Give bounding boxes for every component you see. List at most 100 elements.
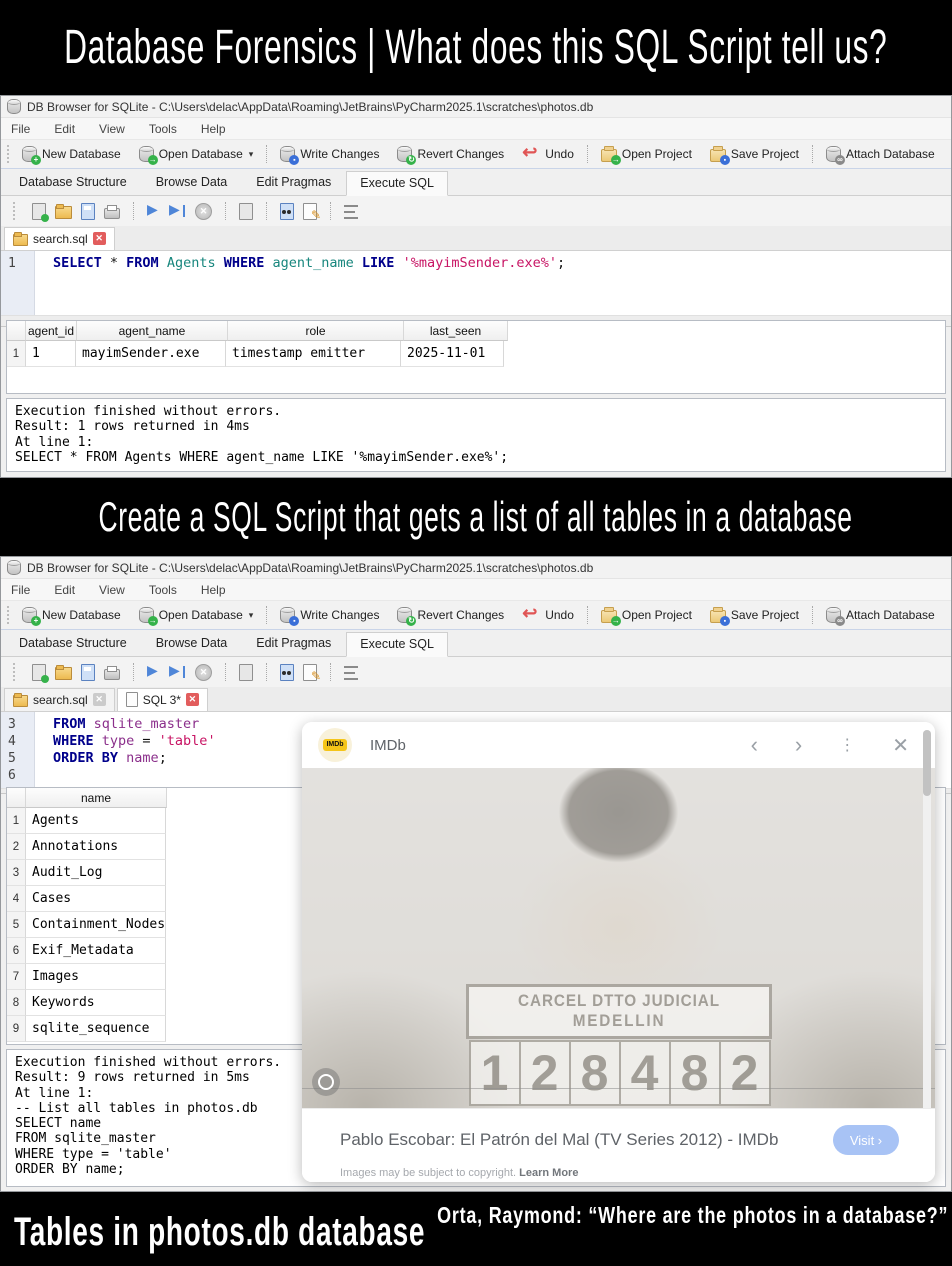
cell-name[interactable]: Audit_Log [26, 860, 166, 886]
editor-tab-search-sql[interactable]: search.sql ✕ [4, 688, 115, 711]
table-row[interactable]: 7Images [7, 964, 166, 990]
open-sql-file-icon[interactable] [55, 667, 72, 680]
undo-button[interactable]: Undo [513, 142, 583, 166]
new-sql-tab-icon[interactable] [32, 664, 46, 681]
more-options-icon[interactable]: ⋮ [839, 735, 855, 755]
editor-tab-search-sql[interactable]: search.sql ✕ [4, 227, 115, 250]
menu-file[interactable]: File [11, 122, 30, 136]
cell-agent-id[interactable]: 1 [26, 341, 76, 367]
tab-database-structure[interactable]: Database Structure [5, 170, 141, 195]
new-database-button[interactable]: New Database [13, 142, 130, 166]
visit-button[interactable]: Visit › [833, 1125, 899, 1155]
tab-edit-pragmas[interactable]: Edit Pragmas [242, 631, 345, 656]
edit-sql-icon[interactable] [303, 203, 317, 220]
close-database-button[interactable]: Close Database [944, 142, 952, 166]
revert-changes-button[interactable]: Revert Changes [388, 603, 513, 627]
cell-name[interactable]: Containment_Nodes [26, 912, 166, 938]
execute-all-icon[interactable] [147, 203, 160, 219]
next-image-icon[interactable]: › [795, 735, 802, 755]
title-bar[interactable]: DB Browser for SQLite - C:\Users\delac\A… [1, 96, 951, 118]
tab-edit-pragmas[interactable]: Edit Pragmas [242, 170, 345, 195]
toolbar-grip[interactable] [13, 202, 19, 220]
close-tab-icon[interactable]: ✕ [93, 693, 106, 706]
google-lens-icon[interactable] [312, 1068, 340, 1096]
menu-file[interactable]: File [11, 583, 30, 597]
write-changes-button[interactable]: Write Changes [271, 603, 388, 627]
column-header-last-seen[interactable]: last_seen [404, 321, 508, 341]
print-icon[interactable] [104, 208, 120, 219]
cell-name[interactable]: Cases [26, 886, 166, 912]
cell-name[interactable]: sqlite_sequence [26, 1016, 166, 1042]
attach-database-button[interactable]: Attach Database [817, 142, 944, 166]
table-row[interactable]: 9sqlite_sequence [7, 1016, 166, 1042]
open-project-button[interactable]: Open Project [592, 142, 701, 166]
word-wrap-icon[interactable] [344, 205, 358, 219]
new-database-button[interactable]: New Database [13, 603, 130, 627]
cell-name[interactable]: Exif_Metadata [26, 938, 166, 964]
table-row[interactable]: 4Cases [7, 886, 166, 912]
close-icon[interactable]: ✕ [892, 733, 909, 758]
open-project-button[interactable]: Open Project [592, 603, 701, 627]
save-project-button[interactable]: Save Project [701, 603, 808, 627]
cell-name[interactable]: Agents [26, 808, 166, 834]
table-row[interactable]: 5Containment_Nodes [7, 912, 166, 938]
execute-current-line-icon[interactable] [169, 203, 186, 219]
menu-edit[interactable]: Edit [54, 122, 75, 136]
table-row[interactable]: 1 1 mayimSender.exe timestamp emitter 20… [7, 341, 504, 367]
table-row[interactable]: 3Audit_Log [7, 860, 166, 886]
word-wrap-icon[interactable] [344, 666, 358, 680]
cell-last-seen[interactable]: 2025-11-01 [401, 341, 504, 367]
new-sql-tab-icon[interactable] [32, 203, 46, 220]
toolbar-grip[interactable] [13, 663, 19, 681]
find-in-sql-icon[interactable] [280, 664, 294, 681]
previous-image-icon[interactable]: ‹ [751, 735, 758, 755]
save-sql-file-icon[interactable] [81, 203, 95, 220]
menu-help[interactable]: Help [201, 583, 226, 597]
open-database-button[interactable]: Open Database ▾ [130, 142, 263, 166]
revert-changes-button[interactable]: Revert Changes [388, 142, 513, 166]
find-in-sql-icon[interactable] [280, 203, 294, 220]
stop-icon[interactable] [195, 664, 212, 681]
sql-editor[interactable]: 1 SELECT * FROM Agents WHERE agent_name … [1, 251, 951, 316]
image-title-link[interactable]: Pablo Escobar: El Patrón del Mal (TV Ser… [340, 1130, 778, 1150]
save-sql-file-icon[interactable] [81, 664, 95, 681]
table-row[interactable]: 1Agents [7, 808, 166, 834]
export-results-icon[interactable] [239, 664, 253, 681]
menu-edit[interactable]: Edit [54, 583, 75, 597]
open-database-button[interactable]: Open Database ▾ [130, 603, 263, 627]
code-line-1[interactable]: SELECT * FROM Agents WHERE agent_name LI… [53, 255, 951, 272]
close-tab-icon[interactable]: ✕ [93, 232, 106, 245]
cell-role[interactable]: timestamp emitter [226, 341, 401, 367]
menu-view[interactable]: View [99, 583, 125, 597]
learn-more-link[interactable]: Learn More [519, 1167, 578, 1179]
tab-database-structure[interactable]: Database Structure [5, 631, 141, 656]
menu-tools[interactable]: Tools [149, 122, 177, 136]
undo-button[interactable]: Undo [513, 603, 583, 627]
scrollbar-thumb[interactable] [923, 730, 931, 796]
tab-browse-data[interactable]: Browse Data [142, 170, 242, 195]
column-header-agent-id[interactable]: agent_id [26, 321, 77, 341]
cell-name[interactable]: Images [26, 964, 166, 990]
close-database-button[interactable]: Close Database [944, 603, 952, 627]
cell-agent-name[interactable]: mayimSender.exe [76, 341, 226, 367]
tab-execute-sql[interactable]: Execute SQL [346, 632, 448, 657]
tab-browse-data[interactable]: Browse Data [142, 631, 242, 656]
code-pane[interactable]: SELECT * FROM Agents WHERE agent_name LI… [35, 251, 951, 315]
cell-name[interactable]: Annotations [26, 834, 166, 860]
close-tab-icon[interactable]: ✕ [186, 693, 199, 706]
print-icon[interactable] [104, 669, 120, 680]
editor-tab-sql-3[interactable]: SQL 3* ✕ [117, 688, 208, 711]
stop-icon[interactable] [195, 203, 212, 220]
execute-all-icon[interactable] [147, 664, 160, 680]
column-header-agent-name[interactable]: agent_name [77, 321, 228, 341]
toolbar-grip[interactable] [7, 606, 9, 624]
column-header-role[interactable]: role [228, 321, 404, 341]
title-bar[interactable]: DB Browser for SQLite - C:\Users\delac\A… [1, 557, 951, 579]
column-header-name[interactable]: name [26, 788, 167, 808]
table-row[interactable]: 8Keywords [7, 990, 166, 1016]
write-changes-button[interactable]: Write Changes [271, 142, 388, 166]
menu-tools[interactable]: Tools [149, 583, 177, 597]
save-project-button[interactable]: Save Project [701, 142, 808, 166]
toolbar-grip[interactable] [7, 145, 9, 163]
execute-current-line-icon[interactable] [169, 664, 186, 680]
